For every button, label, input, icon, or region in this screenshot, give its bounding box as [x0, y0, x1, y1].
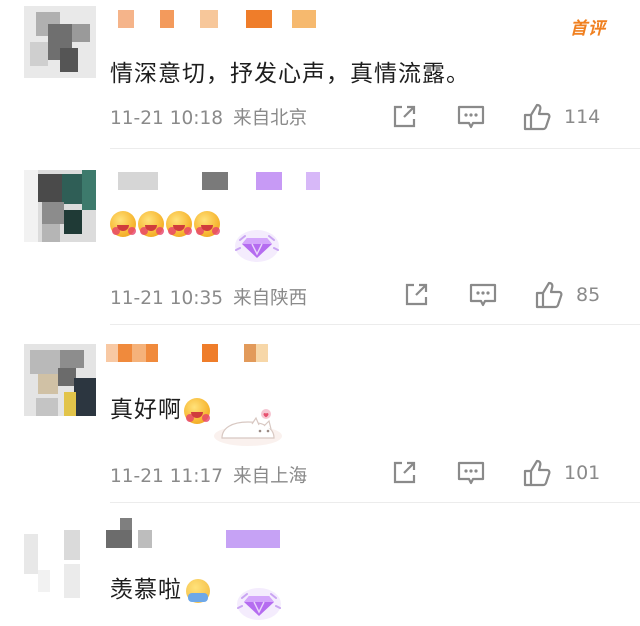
- cat-sticker-icon: [214, 409, 282, 446]
- comment-text: [110, 210, 222, 237]
- comment-meta: 11-21 11:17 来自上海: [110, 462, 317, 488]
- comment-item: 首评 情深意切，抒发心声，真情流露。 11-21 10:18 来自北京 114: [0, 0, 640, 148]
- comment-text-content: 羡慕啦: [110, 577, 182, 603]
- divider: [110, 502, 640, 503]
- share-button[interactable]: [390, 458, 418, 488]
- comment-icon: [457, 461, 485, 485]
- like-count: 85: [576, 284, 601, 306]
- comment-location: 来自上海: [233, 466, 308, 487]
- share-icon: [393, 105, 416, 128]
- comment-location: 来自陕西: [233, 288, 308, 309]
- divider: [110, 148, 640, 149]
- username-redacted-line2: [106, 530, 280, 548]
- comment-time: 10:18: [169, 108, 224, 129]
- like-button[interactable]: 114: [522, 102, 600, 132]
- reply-button[interactable]: [456, 458, 486, 488]
- comment-icon: [457, 105, 485, 129]
- divider: [110, 324, 640, 325]
- username-redacted[interactable]: [106, 344, 268, 362]
- comment-text-content: 真好啊: [110, 397, 182, 423]
- comment-date: 11-21: [110, 466, 164, 487]
- reply-button[interactable]: [468, 280, 498, 310]
- username-redacted[interactable]: [118, 172, 320, 190]
- like-count: 114: [564, 106, 601, 128]
- comment-date: 11-21: [110, 108, 164, 129]
- avatar[interactable]: [24, 530, 96, 602]
- comment-meta: 11-21 10:18 来自北京: [110, 104, 317, 130]
- comment-date: 11-21: [110, 288, 164, 309]
- like-button[interactable]: 85: [534, 280, 600, 310]
- username-redacted[interactable]: [118, 10, 316, 28]
- like-button[interactable]: 101: [522, 458, 600, 488]
- comment-actions: 101: [390, 458, 620, 488]
- comment-item: 羡慕啦: [0, 504, 640, 626]
- heart-face-emoji-icon: [194, 210, 220, 237]
- share-icon: [393, 461, 416, 484]
- comment-item: 11-21 10:35 来自陕西 85: [0, 150, 640, 324]
- heart-face-emoji-icon: [138, 210, 164, 237]
- thumbs-up-icon: [523, 459, 551, 487]
- share-icon: [405, 283, 428, 306]
- first-comment-badge: 首评: [570, 19, 606, 39]
- thumbs-up-icon: [535, 281, 563, 309]
- avatar[interactable]: [24, 344, 96, 416]
- comment-item: 真好啊 11-21 11:17 来自上海 101: [0, 326, 640, 502]
- heart-face-emoji-icon: [184, 397, 210, 424]
- comment-icon: [469, 283, 497, 307]
- comment-actions: 114: [390, 102, 620, 132]
- comment-time: 10:35: [169, 288, 224, 309]
- comment-text: 情深意切，抒发心声，真情流露。: [110, 61, 470, 87]
- comment-time: 11:17: [169, 466, 224, 487]
- comment-text: 真好啊: [110, 390, 212, 424]
- avatar[interactable]: [24, 6, 96, 78]
- comment-location: 来自北京: [233, 108, 308, 129]
- comment-meta: 11-21 10:35 来自陕西: [110, 284, 317, 310]
- heart-face-emoji-icon: [166, 210, 192, 237]
- shy-face-emoji-icon: [186, 578, 210, 603]
- comment-actions: 85: [390, 280, 620, 310]
- like-count: 101: [564, 462, 601, 484]
- gem-badge-icon: [235, 230, 279, 262]
- share-button[interactable]: [402, 280, 430, 310]
- gem-badge-icon: [237, 588, 281, 620]
- reply-button[interactable]: [456, 102, 486, 132]
- share-button[interactable]: [390, 102, 418, 132]
- heart-face-emoji-icon: [110, 210, 136, 237]
- thumbs-up-icon: [523, 103, 551, 131]
- comment-text: 羡慕啦: [110, 570, 210, 604]
- avatar[interactable]: [24, 170, 96, 242]
